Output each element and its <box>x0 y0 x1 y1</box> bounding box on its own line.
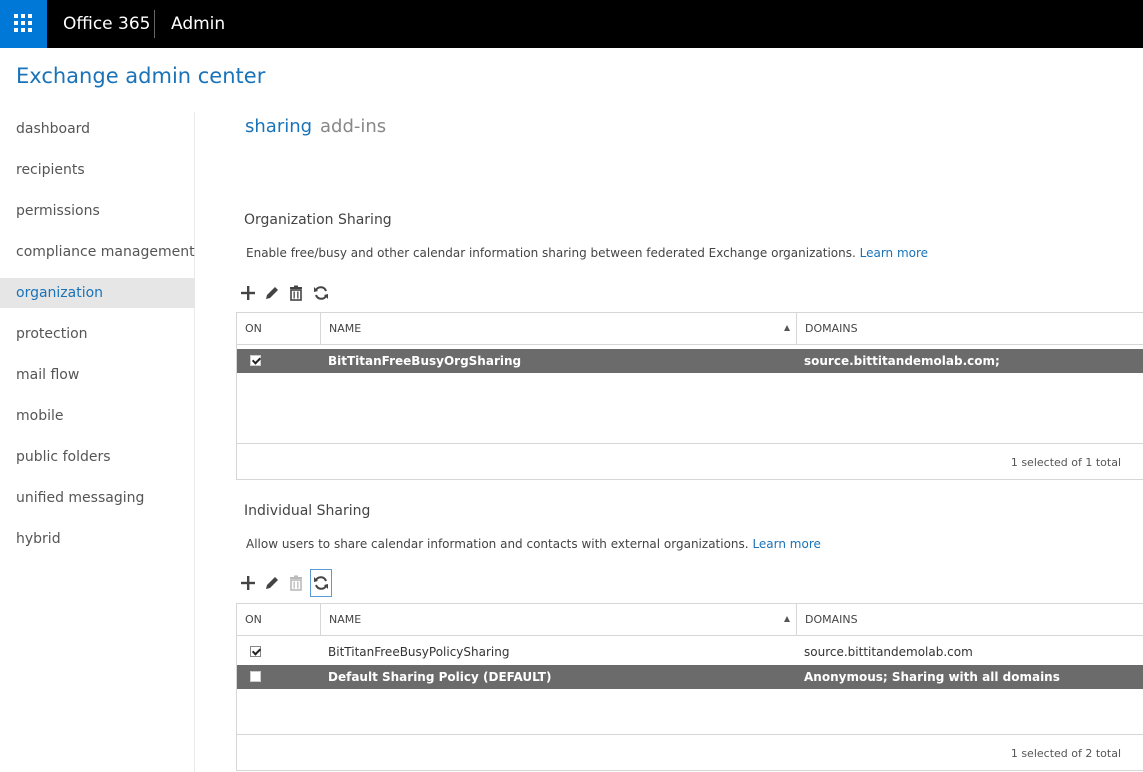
sidebar-item-protection[interactable]: protection <box>0 319 195 349</box>
org-grid-footer: 1 selected of 1 total <box>237 443 1143 480</box>
row-domains: source.bittitandemolab.com; bittitandemo… <box>804 354 1000 392</box>
edit-icon <box>266 577 278 589</box>
column-name-header[interactable]: NAME <box>321 313 797 344</box>
add-icon <box>241 286 255 300</box>
top-bar: Office 365 Admin <box>0 0 1143 48</box>
row-domains: Anonymous; Sharing with all domains <box>804 670 1060 684</box>
column-name-label: NAME <box>329 322 362 335</box>
ind-grid-footer: 1 selected of 2 total <box>237 734 1143 771</box>
refresh-icon <box>314 286 328 300</box>
grid-header: ON NAME DOMAINS <box>237 604 1143 636</box>
ind-sharing-grid: ON NAME DOMAINS BitTitanFreeBusyPolicySh… <box>236 603 1143 771</box>
ind-sharing-toolbar <box>237 569 337 597</box>
org-sharing-description-text: Enable free/busy and other calendar info… <box>246 246 856 260</box>
table-row[interactable]: BitTitanFreeBusyOrgSharing source.bittit… <box>237 349 1143 392</box>
sidebar-item-recipients[interactable]: recipients <box>0 155 195 185</box>
sidebar-item-mail-flow[interactable]: mail flow <box>0 360 195 390</box>
app-launcher-button[interactable] <box>0 0 47 48</box>
sort-ascending-icon <box>784 616 790 622</box>
ind-sharing-description-text: Allow users to share calendar informatio… <box>246 537 749 551</box>
admin-link[interactable]: Admin <box>171 12 225 36</box>
tab-add-ins[interactable]: add-ins <box>320 116 386 137</box>
ind-refresh-button[interactable] <box>310 569 332 597</box>
sidebar: dashboard recipients permissions complia… <box>0 112 195 772</box>
column-name-header[interactable]: NAME <box>321 604 797 635</box>
table-row[interactable]: BitTitanFreeBusyPolicySharing source.bit… <box>237 640 1143 664</box>
org-delete-button[interactable] <box>285 281 307 305</box>
ind-sharing-description: Allow users to share calendar informatio… <box>246 537 821 551</box>
column-name-label: NAME <box>329 613 362 626</box>
tab-sharing[interactable]: sharing <box>245 116 312 137</box>
delete-icon <box>290 285 302 301</box>
waffle-icon <box>14 14 32 32</box>
column-on-header[interactable]: ON <box>237 313 321 344</box>
ind-add-button[interactable] <box>237 571 259 595</box>
add-icon <box>241 576 255 590</box>
org-edit-button[interactable] <box>261 281 283 305</box>
ind-sharing-learn-more-link[interactable]: Learn more <box>752 537 820 551</box>
app-title: Exchange admin center <box>16 64 266 88</box>
sidebar-item-compliance-management[interactable]: compliance management <box>0 237 195 267</box>
sidebar-item-hybrid[interactable]: hybrid <box>0 524 195 554</box>
org-sharing-title: Organization Sharing <box>244 212 392 228</box>
row-name: BitTitanFreeBusyOrgSharing <box>328 354 522 368</box>
refresh-icon <box>314 576 328 590</box>
column-on-header[interactable]: ON <box>237 604 321 635</box>
column-domains-header[interactable]: DOMAINS <box>797 604 1143 635</box>
row-name: BitTitanFreeBusyPolicySharing <box>328 645 510 659</box>
delete-icon <box>290 575 302 591</box>
org-sharing-description: Enable free/busy and other calendar info… <box>246 246 928 260</box>
topbar-divider <box>154 10 155 38</box>
edit-icon <box>266 287 278 299</box>
sidebar-item-permissions[interactable]: permissions <box>0 196 195 226</box>
sidebar-item-dashboard[interactable]: dashboard <box>0 114 195 144</box>
ind-sharing-title: Individual Sharing <box>244 503 371 519</box>
ind-delete-button[interactable] <box>285 571 307 595</box>
row-domains: source.bittitandemolab.com <box>804 645 973 659</box>
org-sharing-learn-more-link[interactable]: Learn more <box>860 246 928 260</box>
table-row[interactable]: Default Sharing Policy (DEFAULT) Anonymo… <box>237 665 1143 689</box>
column-domains-header[interactable]: DOMAINS <box>797 313 1143 344</box>
sidebar-item-mobile[interactable]: mobile <box>0 401 195 431</box>
sidebar-item-public-folders[interactable]: public folders <box>0 442 195 472</box>
grid-header: ON NAME DOMAINS <box>237 313 1143 345</box>
row-enabled-checkbox[interactable] <box>250 355 261 366</box>
brand-link[interactable]: Office 365 <box>63 12 150 36</box>
row-enabled-checkbox[interactable] <box>250 646 261 657</box>
sidebar-item-organization[interactable]: organization <box>0 278 195 308</box>
row-name: Default Sharing Policy (DEFAULT) <box>328 670 552 684</box>
org-sharing-toolbar <box>237 281 337 305</box>
row-enabled-checkbox[interactable] <box>250 671 261 682</box>
sidebar-item-unified-messaging[interactable]: unified messaging <box>0 483 195 513</box>
org-sharing-grid: ON NAME DOMAINS BitTitanFreeBusyOrgShari… <box>236 312 1143 480</box>
org-refresh-button[interactable] <box>310 281 332 305</box>
ind-edit-button[interactable] <box>261 571 283 595</box>
org-add-button[interactable] <box>237 281 259 305</box>
sort-ascending-icon <box>784 325 790 331</box>
